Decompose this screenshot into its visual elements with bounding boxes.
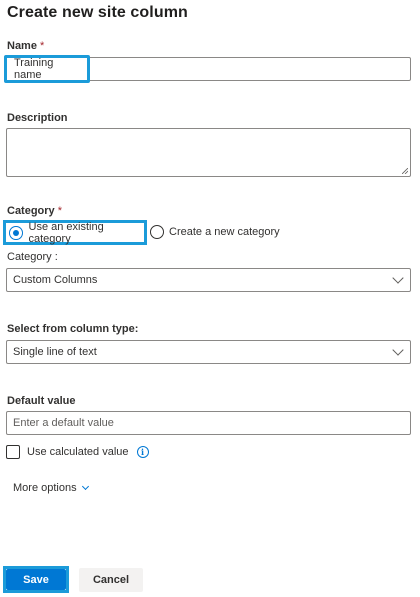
name-label: Name *	[7, 40, 44, 52]
info-icon[interactable]: i	[136, 446, 149, 458]
radio-button[interactable]	[150, 225, 164, 239]
description-label: Description	[7, 112, 68, 124]
description-textarea[interactable]	[6, 128, 411, 177]
column-type-dropdown-value: Single line of text	[13, 346, 97, 358]
default-value-label: Default value	[7, 395, 76, 407]
category-label-text: Category	[7, 205, 55, 217]
save-button[interactable]: Save	[6, 569, 66, 590]
name-input-value-highlight[interactable]: Training name	[4, 55, 90, 83]
more-options-link[interactable]: More options	[13, 482, 89, 494]
more-options-label: More options	[13, 482, 77, 494]
chevron-down-icon	[81, 482, 89, 491]
radio-new-category[interactable]: Create a new category	[150, 225, 280, 239]
column-type-label: Select from column type:	[7, 323, 139, 335]
name-label-text: Name	[7, 40, 37, 52]
radio-new-category-label: Create a new category	[169, 226, 280, 238]
radio-existing-category[interactable]: Use an existing category	[3, 220, 147, 245]
required-marker: *	[57, 205, 62, 217]
radio-existing-category-label: Use an existing category	[28, 220, 104, 245]
chevron-down-icon	[392, 272, 404, 284]
name-input-value: Training name	[14, 57, 54, 81]
calculated-value-checkbox[interactable]: Use calculated value i	[6, 445, 149, 459]
chevron-down-icon	[392, 344, 404, 356]
default-value-placeholder: Enter a default value	[13, 417, 114, 429]
calculated-value-label: Use calculated value	[27, 446, 129, 458]
radio-button-selected[interactable]	[9, 225, 23, 240]
save-button-highlight[interactable]: Save	[3, 566, 69, 593]
category-sub-label: Category :	[7, 251, 58, 263]
column-type-dropdown[interactable]: Single line of text	[6, 340, 411, 364]
checkbox[interactable]	[6, 445, 20, 459]
cancel-button[interactable]: Cancel	[79, 568, 143, 592]
category-dropdown-value: Custom Columns	[13, 274, 98, 286]
required-marker: *	[39, 40, 45, 52]
category-label: Category *	[7, 205, 62, 217]
category-dropdown[interactable]: Custom Columns	[6, 268, 411, 292]
default-value-input[interactable]: Enter a default value	[6, 411, 411, 435]
panel-title: Create new site column	[7, 4, 188, 21]
resize-grip-icon[interactable]	[402, 168, 408, 174]
